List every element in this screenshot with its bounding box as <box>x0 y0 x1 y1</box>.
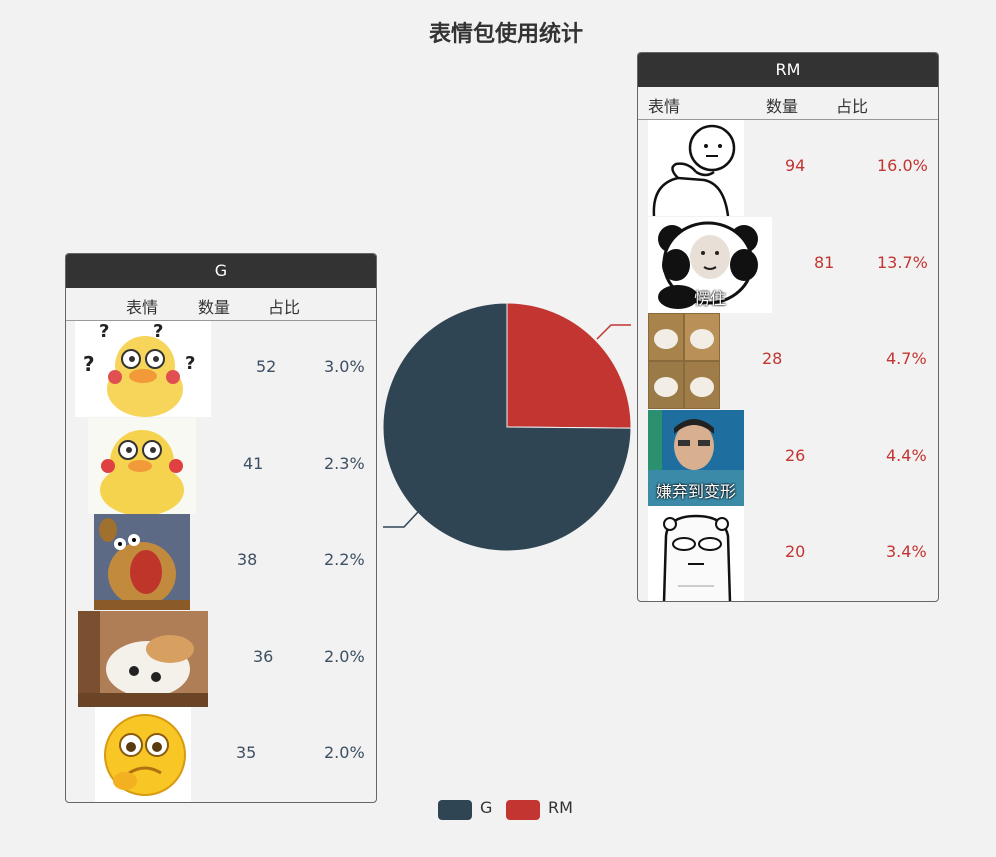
cat-photo-sticker <box>78 610 208 707</box>
cat-grid-sticker <box>648 313 720 409</box>
table-row: ???? 52 3.0% <box>66 321 376 418</box>
sticker-caption: 愣住 <box>693 288 726 308</box>
panel-g: G 表情 数量 占比 ???? 52 3.0% 41 2.3% 38 2.2% 36 2.0% 3… <box>65 253 377 803</box>
table-row: 35 2.0% <box>66 707 376 802</box>
shy-emoji-sticker <box>95 707 191 802</box>
table-row: 41 2.3% <box>66 417 376 515</box>
percent-value: 13.7% <box>877 252 928 272</box>
count-value: 26 <box>785 445 806 465</box>
table-row: 36 2.0% <box>66 610 376 708</box>
percent-value: 3.4% <box>886 542 927 561</box>
table-row: 嫌弃到变形 26 4.4% <box>638 409 938 507</box>
sticker-caption: 嫌弃到变形 <box>655 481 736 501</box>
percent-value: 16.0% <box>877 156 928 175</box>
svg-text:?: ? <box>153 321 163 342</box>
stickman-pat-sticker <box>648 120 744 216</box>
panda-face-sticker: 愣住 <box>648 216 772 313</box>
man-face-sticker: 嫌弃到变形 <box>648 409 744 506</box>
count-value: 52 <box>256 357 277 376</box>
svg-text:?: ? <box>83 352 95 376</box>
legend-label-g: G <box>480 798 493 817</box>
count-value: 20 <box>785 542 806 561</box>
table-row: 20 3.4% <box>638 506 938 601</box>
col-emoji-header: 表情 <box>648 97 681 116</box>
col-count-header: 数量 <box>198 298 231 317</box>
svg-text:?: ? <box>185 353 195 374</box>
count-value: 36 <box>253 646 274 666</box>
count-value: 35 <box>236 743 257 762</box>
legend-label-rm: RM <box>548 798 573 817</box>
percent-value: 2.2% <box>324 550 365 569</box>
duck-sticker <box>88 417 196 514</box>
percent-value: 4.4% <box>886 445 927 465</box>
col-pct-header: 占比 <box>268 298 301 317</box>
col-count-header: 数量 <box>766 97 799 116</box>
panel-g-header: G <box>66 254 376 288</box>
table-row: 愣住 81 13.7% <box>638 216 938 314</box>
percent-value: 4.7% <box>886 349 927 368</box>
count-value: 41 <box>243 453 264 473</box>
table-row: 38 2.2% <box>66 514 376 611</box>
panel-rm: RM 表情 数量 占比 94 16.0% 愣住 81 13.7% 28 4.7% 嫌弃到变形 2… <box>637 52 939 602</box>
leader-line-g <box>383 511 419 528</box>
col-emoji-header: 表情 <box>126 298 159 317</box>
col-pct-header: 占比 <box>836 97 869 116</box>
panel-g-column-headers: 表情 数量 占比 <box>66 288 376 321</box>
panel-rm-header: RM <box>638 53 938 87</box>
percent-value: 2.0% <box>324 743 365 762</box>
legend-swatch-rm <box>506 800 540 820</box>
svg-text:?: ? <box>99 321 109 342</box>
count-value: 38 <box>237 550 258 569</box>
table-row: 94 16.0% <box>638 120 938 217</box>
percent-value: 3.0% <box>324 357 365 376</box>
screaming-mouse-sticker <box>94 514 190 610</box>
pie-slice-rm[interactable] <box>506 302 632 429</box>
bear-doodle-sticker <box>648 506 744 601</box>
percent-value: 2.3% <box>324 453 365 473</box>
percent-value: 2.0% <box>324 646 365 666</box>
count-value: 28 <box>762 349 783 368</box>
count-value: 81 <box>814 252 835 272</box>
table-row: 28 4.7% <box>638 313 938 410</box>
legend-swatch-g <box>438 800 472 820</box>
leader-line-rm <box>596 324 631 340</box>
count-value: 94 <box>785 156 806 175</box>
panel-rm-column-headers: 表情 数量 占比 <box>638 87 938 120</box>
duck-question-sticker: ???? <box>75 321 211 417</box>
